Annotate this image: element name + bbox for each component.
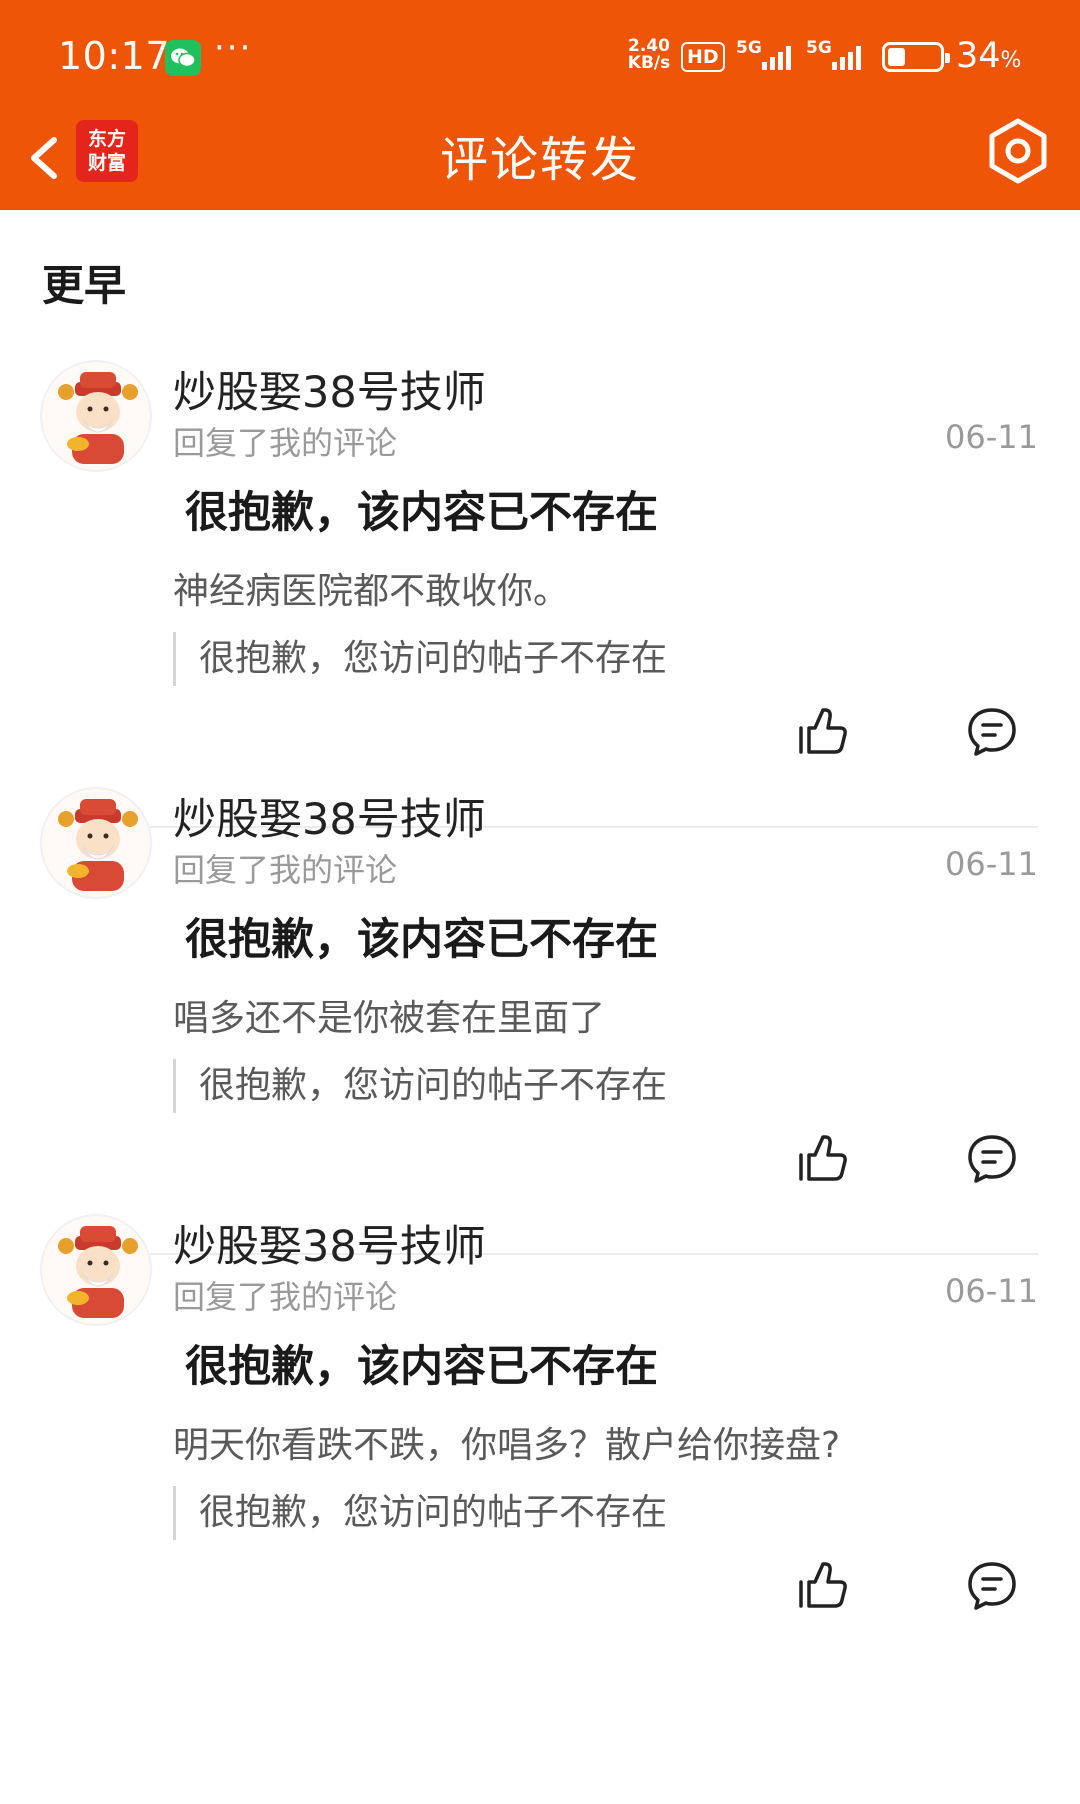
action-text: 回复了我的评论 — [173, 851, 398, 889]
like-button[interactable] — [795, 1558, 851, 1614]
avatar[interactable] — [40, 1214, 152, 1326]
reply-text[interactable]: 明天你看跌不跌，你唱多？散户给你接盘? — [173, 1416, 840, 1468]
battery-icon — [882, 42, 950, 72]
wechat-icon — [165, 40, 201, 76]
status-time: 10:17 — [58, 34, 171, 78]
quoted-post[interactable]: 很抱歉，您访问的帖子不存在 — [173, 1059, 667, 1113]
reply-text[interactable]: 唱多还不是你被套在里面了 — [173, 989, 605, 1041]
comment-card[interactable]: 炒股娶38号技师 回复了我的评论 06-11 很抱歉，该内容已不存在 唱多还不是… — [0, 775, 1080, 1265]
like-button[interactable] — [795, 1131, 851, 1187]
quoted-post[interactable]: 很抱歉，您访问的帖子不存在 — [173, 1486, 667, 1540]
like-button[interactable] — [795, 704, 851, 760]
page-title: 评论转发 — [439, 132, 640, 188]
section-title-earlier: 更早 — [42, 261, 127, 310]
avatar[interactable] — [40, 360, 152, 472]
action-text: 回复了我的评论 — [173, 1278, 398, 1316]
comment-card[interactable]: 炒股娶38号技师 回复了我的评论 06-11 很抱歉，该内容已不存在 明天你看跌… — [0, 1202, 1080, 1692]
thumbs-up-icon — [799, 708, 847, 754]
reply-button[interactable] — [964, 1558, 1020, 1614]
comment-bubble-icon — [968, 1562, 1016, 1610]
comment-date: 06-11 — [945, 1272, 1038, 1310]
thumbs-up-icon — [799, 1135, 847, 1181]
comment-card[interactable]: 炒股娶38号技师 回复了我的评论 06-11 很抱歉，该内容已不存在 神经病医院… — [0, 348, 1080, 838]
comment-date: 06-11 — [945, 845, 1038, 883]
battery-level — [888, 48, 905, 66]
settings-button[interactable] — [983, 116, 1053, 186]
thumbs-up-icon — [799, 1562, 847, 1608]
gear-icon — [989, 118, 1047, 184]
network-speed: 2.40 KB/s — [624, 38, 674, 72]
signal-sim1-label: 5G — [736, 38, 762, 58]
comment-date: 06-11 — [945, 418, 1038, 456]
signal-sim2-label: 5G — [806, 38, 832, 58]
more-notifications-icon: ··· — [214, 28, 253, 68]
hd-voice-badge: HD — [681, 42, 725, 72]
reply-button[interactable] — [964, 1131, 1020, 1187]
app-header: 东方 财富 评论转发 — [0, 110, 1080, 210]
battery-percent: 34% — [956, 36, 1022, 76]
username[interactable]: 炒股娶38号技师 — [173, 358, 486, 420]
avatar[interactable] — [40, 787, 152, 899]
status-bar: 10:17 ··· 2.40 KB/s HD 5G 5G 34% — [0, 0, 1080, 110]
network-speed-unit: KB/s — [627, 53, 671, 73]
quoted-post[interactable]: 很抱歉，您访问的帖子不存在 — [173, 632, 667, 686]
original-comment[interactable]: 很抱歉，该内容已不存在 — [185, 1332, 658, 1394]
username[interactable]: 炒股娶38号技师 — [173, 1212, 486, 1274]
original-comment[interactable]: 很抱歉，该内容已不存在 — [185, 478, 658, 540]
reply-button[interactable] — [964, 704, 1020, 760]
username[interactable]: 炒股娶38号技师 — [173, 785, 486, 847]
original-comment[interactable]: 很抱歉，该内容已不存在 — [185, 905, 658, 967]
action-text: 回复了我的评论 — [173, 424, 398, 462]
reply-text[interactable]: 神经病医院都不敢收你。 — [173, 562, 569, 614]
comment-bubble-icon — [968, 708, 1016, 756]
comment-bubble-icon — [968, 1135, 1016, 1183]
